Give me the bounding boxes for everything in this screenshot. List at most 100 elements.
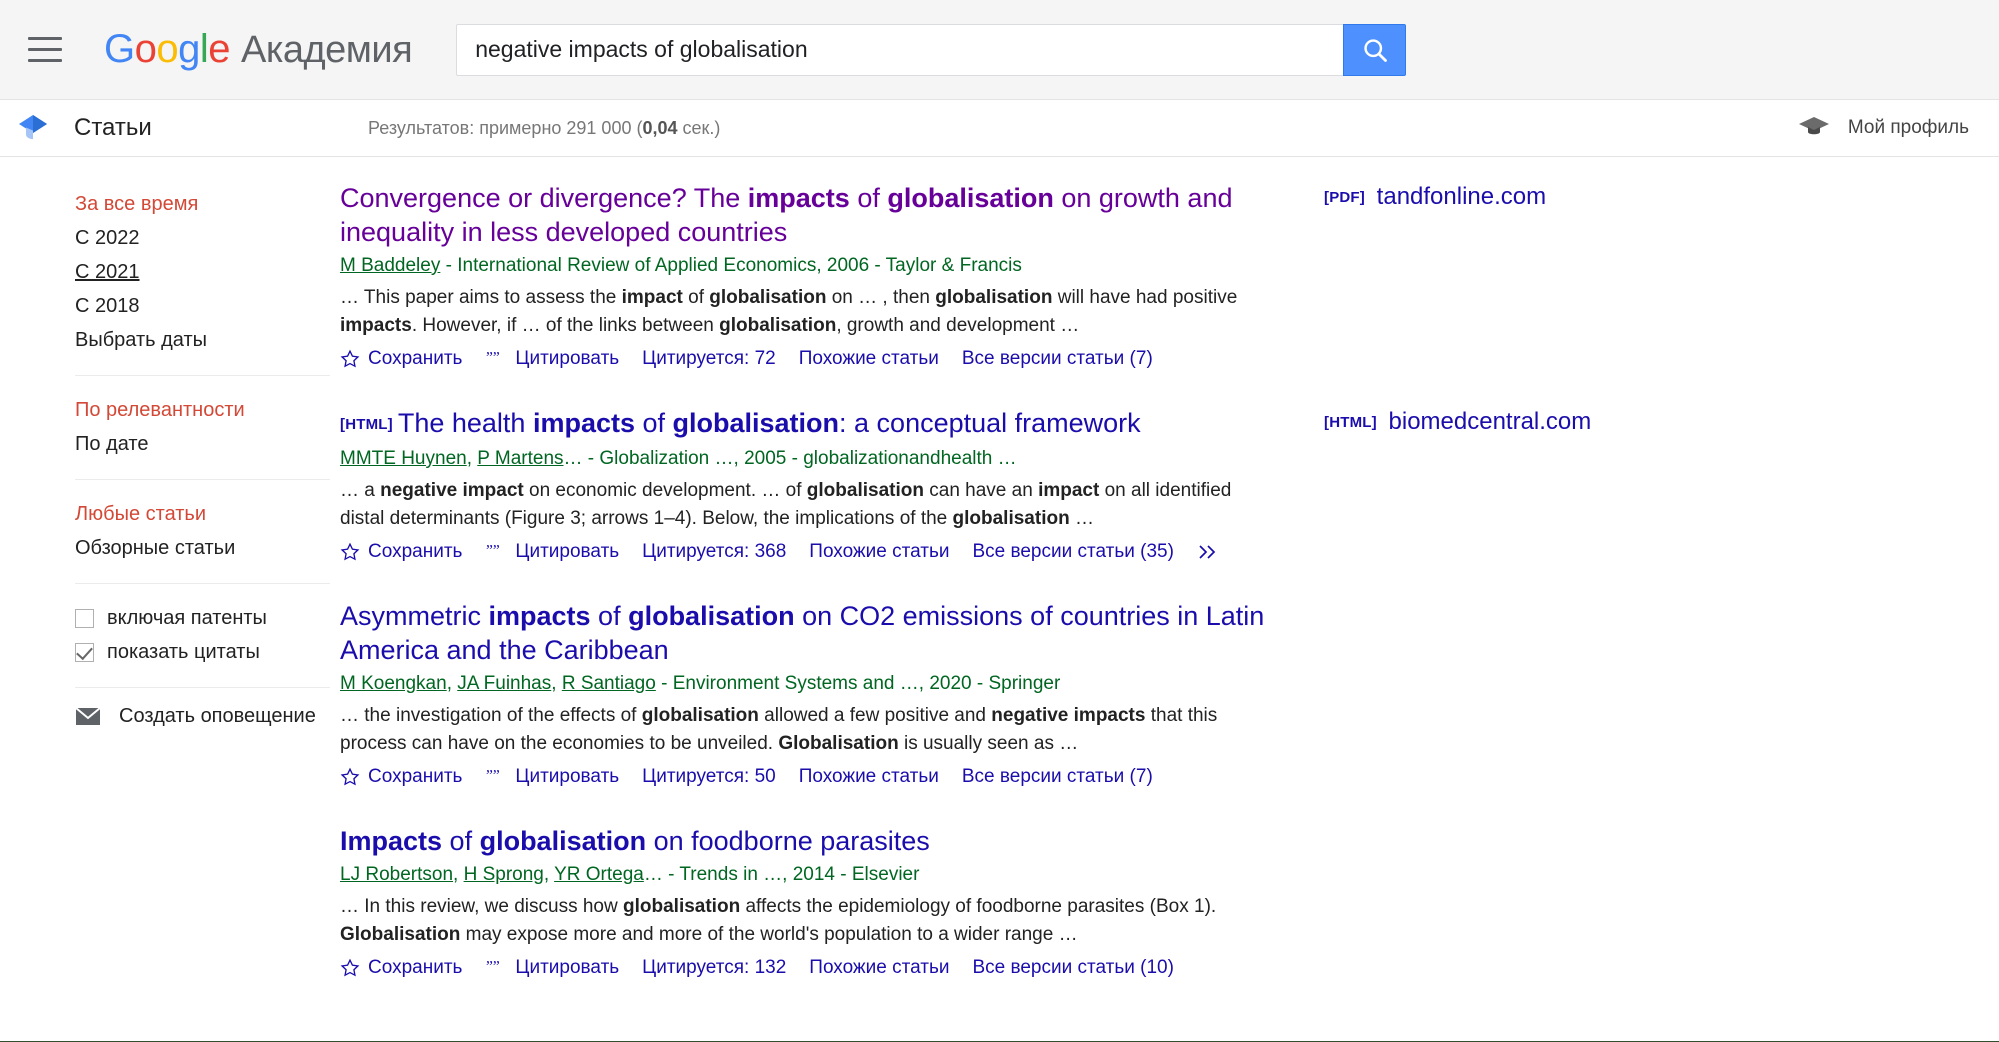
result-action-links: Сохранить ”” Цитировать Цитируется: 72 Похож…: [340, 348, 1270, 370]
save-link[interactable]: Сохранить: [340, 541, 462, 563]
cited-by-link[interactable]: Цитируется: 368: [642, 541, 786, 563]
cited-by-link[interactable]: Цитируется: 72: [642, 348, 776, 370]
result-meta: M Baddeley - International Review of App…: [340, 252, 1270, 280]
result-title-text: on foodborne parasites: [646, 826, 930, 856]
related-articles-link[interactable]: Похожие статьи: [809, 957, 949, 979]
related-articles-link[interactable]: Похожие статьи: [799, 348, 939, 370]
all-versions-link[interactable]: Все версии статьи (7): [962, 766, 1153, 788]
related-articles-link[interactable]: Похожие статьи: [799, 766, 939, 788]
date-filter-item[interactable]: С 2021: [75, 255, 340, 289]
date-filter-item[interactable]: С 2018: [75, 289, 340, 323]
result-snippet-text: allowed a few positive and: [758, 705, 992, 726]
save-link[interactable]: Сохранить: [340, 957, 462, 979]
hamburger-menu-icon[interactable]: [14, 19, 76, 81]
date-filter-item[interactable]: Выбрать даты: [75, 323, 340, 357]
cite-link[interactable]: ”” Цитировать: [485, 766, 619, 788]
result-source-link-column: [PDF] tandfonline.com: [1270, 181, 1979, 370]
result-title-text: globalisation: [479, 826, 647, 856]
checkbox-unchecked-icon[interactable]: [75, 608, 94, 628]
result-source: … - Globalization …, 2005 - globalizatio…: [563, 448, 1017, 469]
related-articles-link[interactable]: Похожие статьи: [809, 541, 949, 563]
articles-section: Статьи: [14, 113, 394, 143]
checkbox-group: включая патенты показать цитаты: [75, 601, 340, 669]
cite-link[interactable]: ”” Цитировать: [485, 541, 619, 563]
result-snippet-text: globalisation: [623, 896, 741, 917]
quote-icon: ””: [486, 350, 500, 367]
search-input[interactable]: [456, 23, 1344, 76]
author-link[interactable]: M Koengkan: [340, 673, 447, 694]
author-link[interactable]: YR Ortega: [554, 864, 644, 885]
author-link[interactable]: R Santiago: [562, 673, 656, 694]
result-action-links: Сохранить ”” Цитировать Цитируется: 132 Похо…: [340, 957, 1270, 979]
result-title-link[interactable]: [HTML] The health impacts of globalisatio…: [340, 406, 1270, 442]
result-snippet-text: on … , then: [826, 287, 936, 308]
result-title-text: impacts: [532, 408, 635, 438]
cited-by-link[interactable]: Цитируется: 50: [642, 766, 776, 788]
google-logo: Google: [104, 27, 231, 71]
my-profile-button[interactable]: Мой профиль: [1797, 115, 1969, 141]
sort-filter-item[interactable]: По дате: [75, 427, 340, 461]
result-main: Asymmetric impacts of globalisation on C…: [340, 599, 1270, 788]
graduation-cap-icon: [1798, 117, 1829, 135]
create-alert-button[interactable]: Создать оповещение: [75, 705, 340, 728]
filter-checkbox-row[interactable]: показать цитаты: [75, 635, 340, 669]
author-link[interactable]: H Sprong: [464, 864, 544, 885]
save-label: Сохранить: [368, 766, 463, 787]
svg-text:””: ””: [486, 543, 500, 560]
result-main: [HTML] The health impacts of globalisatio…: [340, 406, 1270, 563]
cite-link[interactable]: ”” Цитировать: [485, 348, 619, 370]
source-document-link[interactable]: [PDF] tandfonline.com: [1324, 183, 1979, 211]
result-title-link[interactable]: Impacts of globalisation on foodborne pa…: [340, 824, 1270, 858]
checkbox-checked-icon[interactable]: [75, 642, 94, 662]
more-options-icon[interactable]: [1197, 543, 1223, 561]
type-filter-item[interactable]: Любые статьи: [75, 497, 340, 531]
cite-link[interactable]: ”” Цитировать: [485, 957, 619, 979]
author-link[interactable]: M Baddeley: [340, 255, 440, 276]
result-title-text: Convergence or divergence? The: [340, 183, 748, 213]
filter-checkbox-label: показать цитаты: [107, 641, 260, 663]
date-filter-group: За все время С 2022 С 2021 С 2018 Выбрать да…: [75, 187, 340, 357]
result-snippet-text: is usually seen as …: [898, 733, 1079, 754]
quote-icon: ””: [486, 959, 500, 976]
result-snippet-text: globalisation: [806, 480, 924, 501]
results-list: Convergence or divergence? The impacts o…: [340, 157, 1999, 1015]
cite-label: Цитировать: [515, 541, 620, 562]
result-title-text: of: [634, 408, 673, 438]
results-count: Результатов: примерно 291 000 (0,04 сек.…: [368, 118, 720, 139]
google-scholar-logo[interactable]: Google Академия: [104, 27, 413, 72]
author-link[interactable]: P Martens: [477, 448, 563, 469]
source-document-link[interactable]: [HTML] biomedcentral.com: [1324, 408, 1979, 436]
sort-filter-group: По релевантности По дате: [75, 393, 340, 461]
type-filter-item[interactable]: Обзорные статьи: [75, 531, 340, 565]
create-alert-label: Создать оповещение: [119, 705, 316, 727]
divider: [75, 479, 330, 480]
save-label: Сохранить: [368, 541, 463, 562]
author-link[interactable]: MMTE Huynen: [340, 448, 467, 469]
all-versions-link[interactable]: Все версии статьи (7): [962, 348, 1153, 370]
result-item: Impacts of globalisation on foodborne pa…: [340, 824, 1979, 979]
result-title-text: globalisation: [672, 408, 840, 438]
date-filter-item[interactable]: С 2022: [75, 221, 340, 255]
author-link[interactable]: JA Fuinhas: [457, 673, 551, 694]
result-title-text: of: [442, 826, 480, 856]
result-title-link[interactable]: Convergence or divergence? The impacts o…: [340, 181, 1270, 249]
result-title-link[interactable]: Asymmetric impacts of globalisation on C…: [340, 599, 1270, 667]
result-snippet-text: … In this review, we discuss how: [340, 896, 623, 917]
source-domain: tandfonline.com: [1376, 183, 1547, 210]
author-link[interactable]: LJ Robertson: [340, 864, 453, 885]
page-body: За все время С 2022 С 2021 С 2018 Выбрать да…: [0, 157, 1999, 1015]
date-filter-item[interactable]: За все время: [75, 187, 340, 221]
all-versions-link[interactable]: Все версии статьи (10): [972, 957, 1173, 979]
result-snippet-text: will have had positive: [1052, 287, 1238, 308]
result-snippet: … In this review, we discuss how globali…: [340, 893, 1270, 949]
result-snippet-text: affects the epidemiology of foodborne pa…: [740, 896, 1217, 917]
filter-checkbox-row[interactable]: включая патенты: [75, 601, 340, 635]
search-button[interactable]: [1343, 23, 1407, 76]
save-link[interactable]: Сохранить: [340, 348, 462, 370]
sort-filter-item[interactable]: По релевантности: [75, 393, 340, 427]
all-versions-link[interactable]: Все версии статьи (35): [972, 541, 1173, 563]
save-link[interactable]: Сохранить: [340, 766, 462, 788]
cited-by-link[interactable]: Цитируется: 132: [642, 957, 786, 979]
result-snippet-text: globalisation: [709, 287, 827, 308]
svg-text:””: ””: [486, 350, 500, 367]
